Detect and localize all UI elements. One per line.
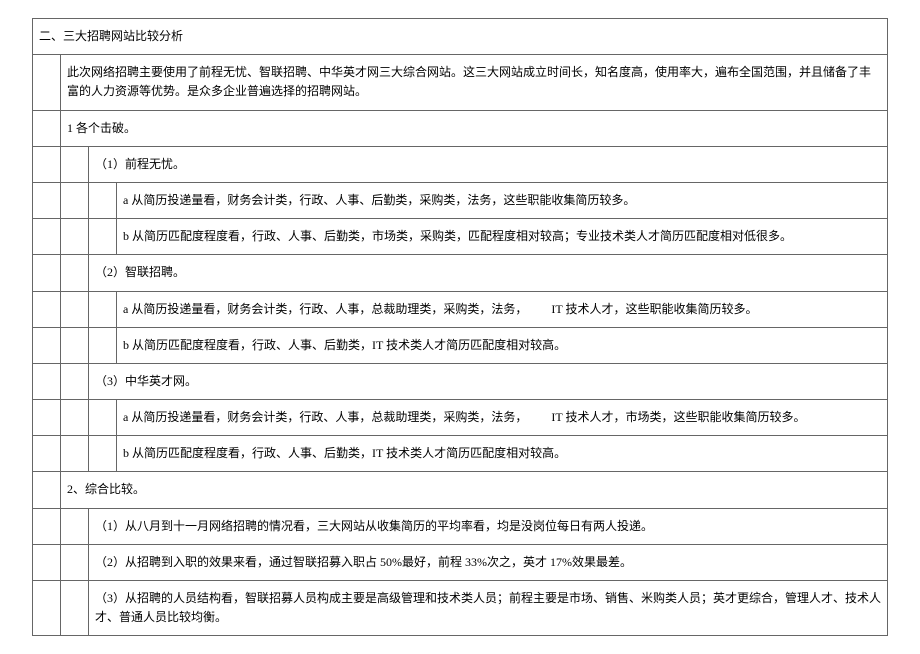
item3-b: b 从简历匹配度程度看，行政、人事、后勤类，IT 技术类人才简历匹配度相对较高。 bbox=[117, 436, 888, 472]
section2-title: 2、综合比较。 bbox=[61, 472, 888, 508]
item1-a-row: a 从简历投递量看，财务会计类，行政、人事、后勤类，采购类，法务，这些职能收集简… bbox=[33, 182, 888, 218]
indent-cell bbox=[89, 182, 117, 218]
item2-a: a 从简历投递量看，财务会计类，行政、人事，总裁助理类，采购类，法务， IT 技… bbox=[117, 291, 888, 327]
indent-cell bbox=[61, 327, 89, 363]
title-cell: 二、三大招聘网站比较分析 bbox=[33, 19, 888, 55]
section2-p1: （1）从八月到十一月网络招聘的情况看，三大网站从收集简历的平均率看，均是没岗位每… bbox=[89, 508, 888, 544]
indent-cell bbox=[33, 291, 61, 327]
item3-title: （3）中华英才网。 bbox=[89, 363, 888, 399]
indent-cell bbox=[33, 544, 61, 580]
indent-cell bbox=[61, 182, 89, 218]
indent-cell bbox=[33, 436, 61, 472]
indent-cell bbox=[61, 219, 89, 255]
section2-p2: （2）从招聘到入职的效果来看，通过智联招募入职占 50%最好，前程 33%次之，… bbox=[89, 544, 888, 580]
indent-cell bbox=[33, 182, 61, 218]
indent-cell bbox=[61, 146, 89, 182]
indent-cell bbox=[61, 255, 89, 291]
indent-cell bbox=[33, 219, 61, 255]
item1-b: b 从简历匹配度程度看，行政、人事、后勤类，市场类，采购类，匹配程度相对较高；专… bbox=[117, 219, 888, 255]
item2-b: b 从简历匹配度程度看，行政、人事、后勤类，IT 技术类人才简历匹配度相对较高。 bbox=[117, 327, 888, 363]
intro-cell: 此次网络招聘主要使用了前程无忧、智联招聘、中华英才网三大综合网站。这三大网站成立… bbox=[61, 55, 888, 110]
indent-cell bbox=[61, 508, 89, 544]
item2-title: （2）智联招聘。 bbox=[89, 255, 888, 291]
indent-cell bbox=[89, 219, 117, 255]
section2-p3-row: （3）从招聘的人员结构看，智联招募人员构成主要是高级管理和技术类人员；前程主要是… bbox=[33, 581, 888, 636]
item2-b-row: b 从简历匹配度程度看，行政、人事、后勤类，IT 技术类人才简历匹配度相对较高。 bbox=[33, 327, 888, 363]
section1-title: 1 各个击破。 bbox=[61, 110, 888, 146]
section2-p3: （3）从招聘的人员结构看，智联招募人员构成主要是高级管理和技术类人员；前程主要是… bbox=[89, 581, 888, 636]
indent-cell bbox=[61, 400, 89, 436]
indent-cell bbox=[61, 581, 89, 636]
section2-p1-row: （1）从八月到十一月网络招聘的情况看，三大网站从收集简历的平均率看，均是没岗位每… bbox=[33, 508, 888, 544]
indent-cell bbox=[33, 363, 61, 399]
indent-cell bbox=[33, 55, 61, 110]
indent-cell bbox=[33, 400, 61, 436]
indent-cell bbox=[61, 544, 89, 580]
item1-a: a 从简历投递量看，财务会计类，行政、人事、后勤类，采购类，法务，这些职能收集简… bbox=[117, 182, 888, 218]
indent-cell bbox=[33, 110, 61, 146]
section2-p2-row: （2）从招聘到入职的效果来看，通过智联招募入职占 50%最好，前程 33%次之，… bbox=[33, 544, 888, 580]
section1-title-row: 1 各个击破。 bbox=[33, 110, 888, 146]
indent-cell bbox=[33, 472, 61, 508]
indent-cell bbox=[61, 363, 89, 399]
item3-b-row: b 从简历匹配度程度看，行政、人事、后勤类，IT 技术类人才简历匹配度相对较高。 bbox=[33, 436, 888, 472]
item3-a-row: a 从简历投递量看，财务会计类，行政、人事，总裁助理类，采购类，法务， IT 技… bbox=[33, 400, 888, 436]
indent-cell bbox=[33, 581, 61, 636]
title-row: 二、三大招聘网站比较分析 bbox=[33, 19, 888, 55]
indent-cell bbox=[61, 291, 89, 327]
indent-cell bbox=[33, 508, 61, 544]
item3-title-row: （3）中华英才网。 bbox=[33, 363, 888, 399]
item1-title-row: （1）前程无忧。 bbox=[33, 146, 888, 182]
item3-a: a 从简历投递量看，财务会计类，行政、人事，总裁助理类，采购类，法务， IT 技… bbox=[117, 400, 888, 436]
intro-row: 此次网络招聘主要使用了前程无忧、智联招聘、中华英才网三大综合网站。这三大网站成立… bbox=[33, 55, 888, 110]
indent-cell bbox=[33, 146, 61, 182]
item2-title-row: （2）智联招聘。 bbox=[33, 255, 888, 291]
indent-cell bbox=[89, 400, 117, 436]
analysis-table: 二、三大招聘网站比较分析 此次网络招聘主要使用了前程无忧、智联招聘、中华英才网三… bbox=[32, 18, 888, 636]
indent-cell bbox=[33, 255, 61, 291]
section2-title-row: 2、综合比较。 bbox=[33, 472, 888, 508]
indent-cell bbox=[33, 327, 61, 363]
indent-cell bbox=[61, 436, 89, 472]
item1-b-row: b 从简历匹配度程度看，行政、人事、后勤类，市场类，采购类，匹配程度相对较高；专… bbox=[33, 219, 888, 255]
indent-cell bbox=[89, 291, 117, 327]
indent-cell bbox=[89, 436, 117, 472]
item1-title: （1）前程无忧。 bbox=[89, 146, 888, 182]
indent-cell bbox=[89, 327, 117, 363]
item2-a-row: a 从简历投递量看，财务会计类，行政、人事，总裁助理类，采购类，法务， IT 技… bbox=[33, 291, 888, 327]
